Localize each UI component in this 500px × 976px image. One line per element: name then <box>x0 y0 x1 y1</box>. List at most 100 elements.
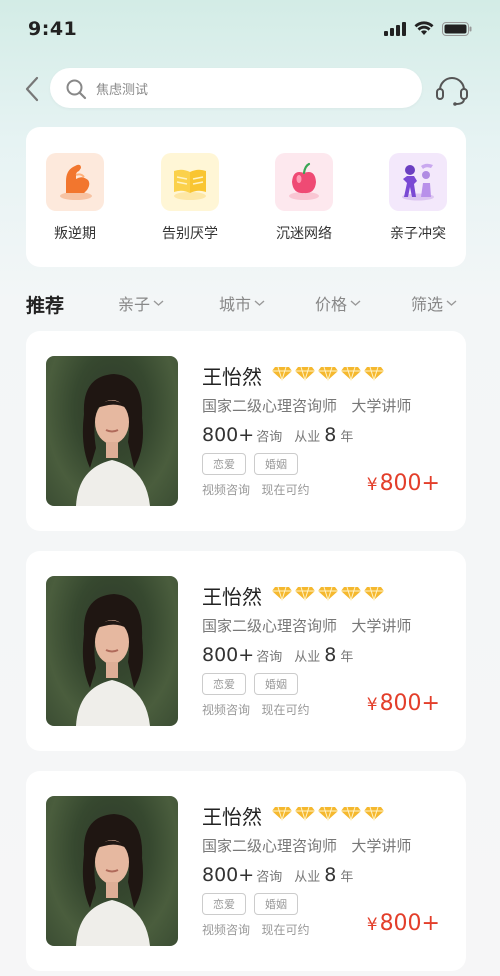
position-text: 大学讲师 <box>351 397 412 415</box>
service-type: 视频咨询 <box>202 923 251 937</box>
specialty-tags: 恋爱 婚姻 <box>202 453 298 475</box>
consult-label: 咨询 <box>256 870 283 885</box>
filter-label: 价格 <box>315 295 348 314</box>
currency-symbol: ¥ <box>366 475 378 495</box>
availability: 视频咨询 现在可约 <box>202 481 309 498</box>
practice-suffix: 年 <box>340 430 354 445</box>
category-rebellious[interactable]: 叛逆期 <box>33 153 117 253</box>
practice-years: 8 <box>324 644 337 666</box>
filter-parent-child[interactable]: 亲子 <box>118 291 164 315</box>
rating-gem-icon <box>364 366 384 381</box>
price-value: 800+ <box>379 691 440 716</box>
practice-suffix: 年 <box>340 870 354 885</box>
recommend-title: 推荐 <box>26 295 65 317</box>
rating-gem-icon <box>341 586 361 601</box>
filter-label: 亲子 <box>118 295 151 314</box>
practice-prefix: 从业 <box>294 430 321 445</box>
status-icons <box>384 21 472 36</box>
category-internet-addiction[interactable]: 沉迷网络 <box>262 153 346 253</box>
rating-stars <box>272 805 384 821</box>
counselor-card[interactable]: 王怡然 国家二级心理咨询师 大学讲师 800+ 咨询 从业 8 年 恋爱 婚姻 … <box>26 331 466 531</box>
tag: 婚姻 <box>254 893 298 915</box>
status-time: 9:41 <box>28 18 78 40</box>
availability: 视频咨询 现在可约 <box>202 701 309 718</box>
practice-prefix: 从业 <box>294 650 321 665</box>
practice-years: 8 <box>324 864 337 886</box>
customer-service-headset-icon[interactable] <box>434 70 470 108</box>
counselor-qualification: 国家二级心理咨询师 大学讲师 <box>202 395 411 416</box>
category-study-aversion[interactable]: 告别厌学 <box>148 153 232 253</box>
category-label: 叛逆期 <box>54 226 96 242</box>
availability: 视频咨询 现在可约 <box>202 921 309 938</box>
practice-years: 8 <box>324 424 337 446</box>
status-bar: 9:41 <box>0 0 500 60</box>
search-input[interactable]: 焦虑测试 <box>50 68 422 108</box>
signal-icon <box>384 21 406 36</box>
category-label: 告别厌学 <box>162 226 218 242</box>
service-type: 视频咨询 <box>202 483 251 497</box>
consult-label: 咨询 <box>256 650 283 665</box>
chevron-down-icon <box>254 300 265 306</box>
consult-count: 800+ <box>202 424 255 446</box>
rating-gem-icon <box>295 366 315 381</box>
position-text: 大学讲师 <box>351 837 412 855</box>
position-text: 大学讲师 <box>351 617 412 635</box>
practice-suffix: 年 <box>340 650 354 665</box>
counselor-name: 王怡然 <box>202 585 262 609</box>
chevron-down-icon <box>446 300 457 306</box>
category-parent-child-conflict[interactable]: 亲子冲突 <box>376 153 460 253</box>
tag: 婚姻 <box>254 673 298 695</box>
category-label: 沉迷网络 <box>276 226 332 242</box>
filter-city[interactable]: 城市 <box>219 291 265 315</box>
apple-icon <box>275 153 333 211</box>
rating-gem-icon <box>272 586 292 601</box>
counselor-stats: 800+ 咨询 从业 8 年 <box>202 644 353 666</box>
rating-gem-icon <box>364 586 384 601</box>
currency-symbol: ¥ <box>366 695 378 715</box>
filter-price[interactable]: 价格 <box>315 291 361 315</box>
category-card: 叛逆期 告别厌学 沉迷网络 亲子冲突 <box>26 127 466 267</box>
rating-stars <box>272 585 384 601</box>
consult-count: 800+ <box>202 644 255 666</box>
rating-gem-icon <box>295 806 315 821</box>
price: ¥800+ <box>367 471 440 496</box>
open-book-icon <box>161 153 219 211</box>
qualification-text: 国家二级心理咨询师 <box>202 397 338 415</box>
counselor-qualification: 国家二级心理咨询师 大学讲师 <box>202 615 411 636</box>
tag: 恋爱 <box>202 673 246 695</box>
specialty-tags: 恋爱 婚姻 <box>202 893 298 915</box>
counselor-name: 王怡然 <box>202 805 262 829</box>
chevron-down-icon <box>350 300 361 306</box>
rating-gem-icon <box>318 586 338 601</box>
availability-status: 现在可约 <box>261 923 310 937</box>
rating-stars <box>272 365 384 381</box>
service-type: 视频咨询 <box>202 703 251 717</box>
rating-gem-icon <box>341 366 361 381</box>
tag: 恋爱 <box>202 453 246 475</box>
counselor-card[interactable]: 王怡然 国家二级心理咨询师 大学讲师 800+ 咨询 从业 8 年 恋爱 婚姻 … <box>26 551 466 751</box>
search-icon <box>66 79 87 100</box>
flexed-arm-icon <box>46 153 104 211</box>
availability-status: 现在可约 <box>261 483 310 497</box>
counselor-card[interactable]: 王怡然 国家二级心理咨询师 大学讲师 800+ 咨询 从业 8 年 恋爱 婚姻 … <box>26 771 466 971</box>
tag: 恋爱 <box>202 893 246 915</box>
consult-count: 800+ <box>202 864 255 886</box>
filter-screen[interactable]: 筛选 <box>411 291 457 315</box>
price-value: 800+ <box>379 471 440 496</box>
price: ¥800+ <box>367 911 440 936</box>
qualification-text: 国家二级心理咨询师 <box>202 617 338 635</box>
wifi-icon <box>414 21 434 35</box>
back-arrow-icon[interactable] <box>20 74 44 104</box>
counselor-photo <box>46 796 178 946</box>
battery-icon <box>442 21 472 36</box>
category-label: 亲子冲突 <box>390 226 446 242</box>
currency-symbol: ¥ <box>366 915 378 935</box>
tag: 婚姻 <box>254 453 298 475</box>
counselor-photo <box>46 356 178 506</box>
rating-gem-icon <box>318 366 338 381</box>
filter-row: 推荐 亲子 城市 价格 筛选 <box>0 288 500 318</box>
counselor-stats: 800+ 咨询 从业 8 年 <box>202 424 353 446</box>
price-value: 800+ <box>379 911 440 936</box>
counselor-name: 王怡然 <box>202 365 262 389</box>
rating-gem-icon <box>318 806 338 821</box>
